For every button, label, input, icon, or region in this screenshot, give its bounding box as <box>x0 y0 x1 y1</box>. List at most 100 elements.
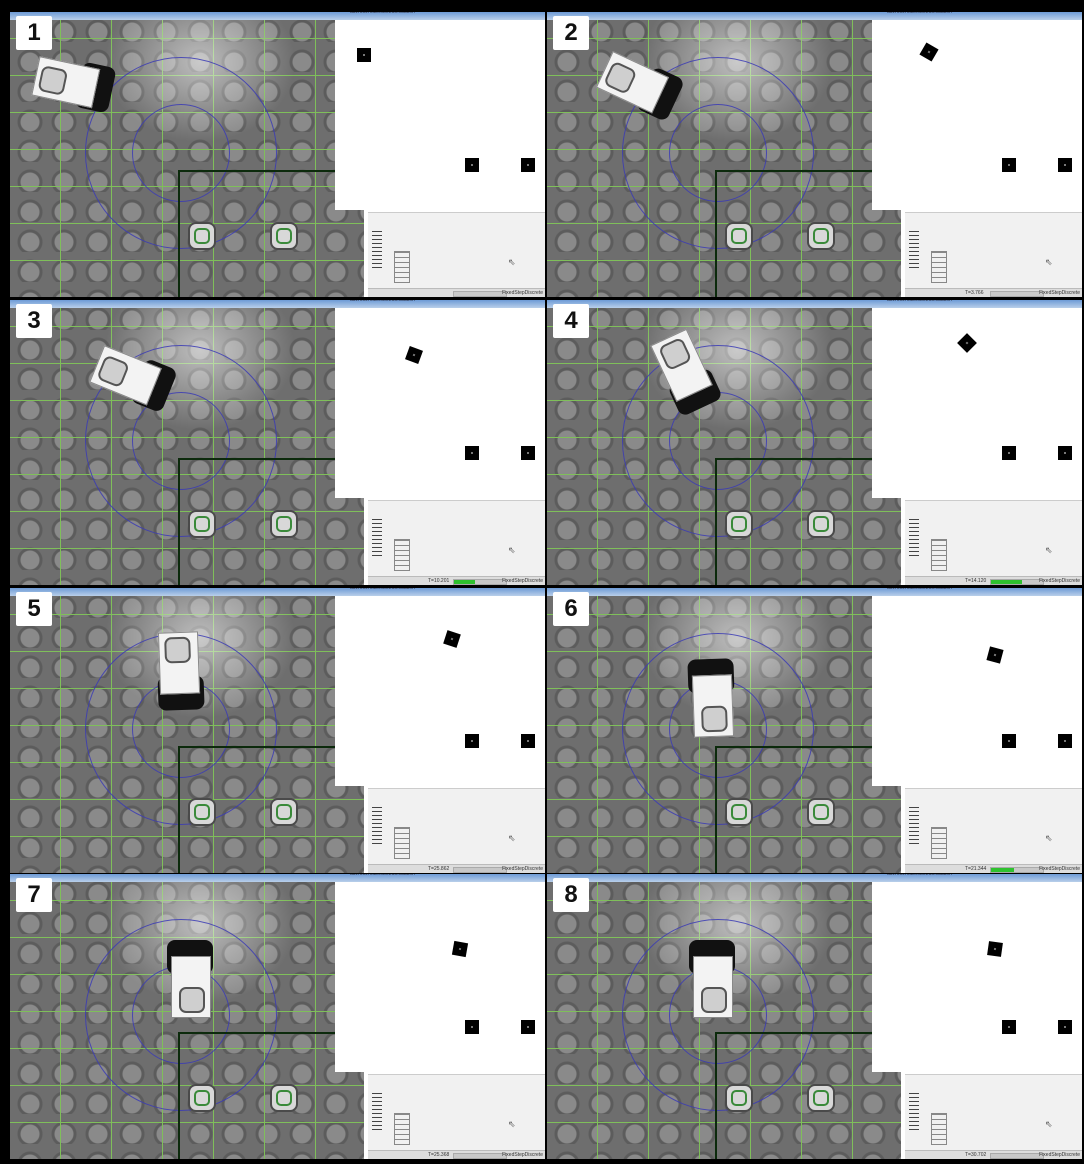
frame-number: 6 <box>553 592 589 626</box>
status-bar: T=25.368 FixedStepDiscrete <box>368 1150 545 1159</box>
target-square <box>465 734 479 748</box>
frame-panel-7: advroot/multirobot/Simulation ⇖ T=25.368 Fi… <box>10 874 545 1159</box>
simulation-canvas <box>872 308 1082 498</box>
robot <box>595 51 686 123</box>
target-square <box>521 1020 535 1034</box>
goal-marker <box>188 1084 216 1112</box>
goal-marker <box>270 510 298 538</box>
camera-view <box>547 588 901 873</box>
parameter-table <box>931 1113 947 1145</box>
frame-number: 7 <box>16 878 52 912</box>
goal-marker <box>807 222 835 250</box>
simulation-canvas <box>872 20 1082 210</box>
path-line-vertical <box>715 170 717 297</box>
frame-panel-4: advroot/multirobot/Simulation ⇖ T=14.120 Fi… <box>547 300 1082 585</box>
goal-marker <box>188 798 216 826</box>
target-square <box>465 1020 479 1034</box>
solver-label: FixedStepDiscrete <box>1039 290 1080 296</box>
window-title: advroot/multirobot/Simulation <box>350 588 415 591</box>
target-square <box>1058 734 1072 748</box>
progress-bar <box>453 291 507 297</box>
window-title: advroot/multirobot/Simulation <box>350 874 415 877</box>
block-list <box>909 519 919 557</box>
window-title: advroot/multirobot/Simulation <box>887 12 952 15</box>
window-title: advroot/multirobot/Simulation <box>887 300 952 303</box>
block-list <box>372 1093 382 1131</box>
window-title: advroot/multirobot/Simulation <box>350 12 415 15</box>
sim-time: T=21.344 <box>965 866 987 872</box>
goal-marker <box>188 510 216 538</box>
window-titlebar[interactable]: advroot/multirobot/Simulation <box>10 12 545 20</box>
target-square <box>1002 158 1016 172</box>
mouse-cursor-icon: ⇖ <box>1045 257 1053 267</box>
control-window: ⇖ T=30.702 FixedStepDiscrete <box>905 1074 1082 1159</box>
robot <box>689 940 735 1018</box>
target-square <box>1058 446 1072 460</box>
sim-time: T=14.120 <box>965 578 987 584</box>
camera-view <box>547 12 901 297</box>
target-square <box>465 446 479 460</box>
simulation-canvas <box>872 882 1082 1072</box>
block-list <box>372 519 382 557</box>
parameter-table <box>931 827 947 859</box>
parameter-table <box>394 827 410 859</box>
mouse-cursor-icon: ⇖ <box>1045 1119 1053 1129</box>
window-titlebar[interactable]: advroot/multirobot/Simulation <box>10 588 545 596</box>
frame-panel-5: advroot/multirobot/Simulation ⇖ T=25.862 Fi… <box>10 588 545 873</box>
solver-label: FixedStepDiscrete <box>502 290 543 296</box>
target-square <box>521 734 535 748</box>
mouse-cursor-icon: ⇖ <box>1045 833 1053 843</box>
inner-ring <box>669 104 767 202</box>
goal-marker <box>807 798 835 826</box>
path-line-vertical <box>178 1032 180 1159</box>
robot-square <box>919 42 939 62</box>
control-window: ⇖ T=21.344 FixedStepDiscrete <box>905 788 1082 873</box>
simulation-canvas <box>335 308 545 498</box>
progress-bar <box>453 579 507 585</box>
window-titlebar[interactable]: advroot/multirobot/Simulation <box>547 588 1082 596</box>
camera-view <box>547 874 901 1159</box>
path-line-vertical <box>178 458 180 585</box>
progress-bar <box>990 291 1044 297</box>
status-bar: FixedStepDiscrete <box>368 288 545 297</box>
block-list <box>909 1093 919 1131</box>
robot-marker-plate <box>693 956 733 1018</box>
sim-time: T=30.702 <box>965 1152 987 1158</box>
frame-number: 5 <box>16 592 52 626</box>
target-square <box>521 446 535 460</box>
mouse-cursor-icon: ⇖ <box>1045 545 1053 555</box>
block-list <box>372 231 382 269</box>
robot <box>157 631 205 711</box>
control-window: ⇖ T=3.766 FixedStepDiscrete <box>905 212 1082 297</box>
path-line-vertical <box>715 1032 717 1159</box>
robot-marker-plate <box>691 674 735 738</box>
sim-time: T=3.766 <box>965 290 984 296</box>
control-window: ⇖ T=25.862 FixedStepDiscrete <box>368 788 545 873</box>
goal-marker <box>725 1084 753 1112</box>
robot-square <box>357 48 371 62</box>
parameter-table <box>394 539 410 571</box>
goal-marker <box>725 510 753 538</box>
frame-number: 4 <box>553 304 589 338</box>
path-line-vertical <box>178 170 180 297</box>
simulation-canvas <box>335 596 545 786</box>
window-titlebar[interactable]: advroot/multirobot/Simulation <box>547 300 1082 308</box>
robot-square <box>443 630 461 648</box>
simulation-canvas <box>335 20 545 210</box>
progress-fill <box>991 580 1023 584</box>
target-square <box>1058 158 1072 172</box>
progress-fill <box>454 580 475 584</box>
camera-view <box>10 12 364 297</box>
window-titlebar[interactable]: advroot/multirobot/Simulation <box>10 874 545 882</box>
window-titlebar[interactable]: advroot/multirobot/Simulation <box>547 12 1082 20</box>
window-titlebar[interactable]: advroot/multirobot/Simulation <box>10 300 545 308</box>
frame-panel-2: advroot/multirobot/Simulation ⇖ T=3.766 Fix… <box>547 12 1082 297</box>
target-square <box>1058 1020 1072 1034</box>
sim-time: T=25.862 <box>428 866 450 872</box>
solver-label: FixedStepDiscrete <box>502 866 543 872</box>
frame-number: 2 <box>553 16 589 50</box>
control-window: ⇖ T=25.368 FixedStepDiscrete <box>368 1074 545 1159</box>
window-titlebar[interactable]: advroot/multirobot/Simulation <box>547 874 1082 882</box>
robot-square <box>957 333 977 353</box>
window-title: advroot/multirobot/Simulation <box>887 874 952 877</box>
